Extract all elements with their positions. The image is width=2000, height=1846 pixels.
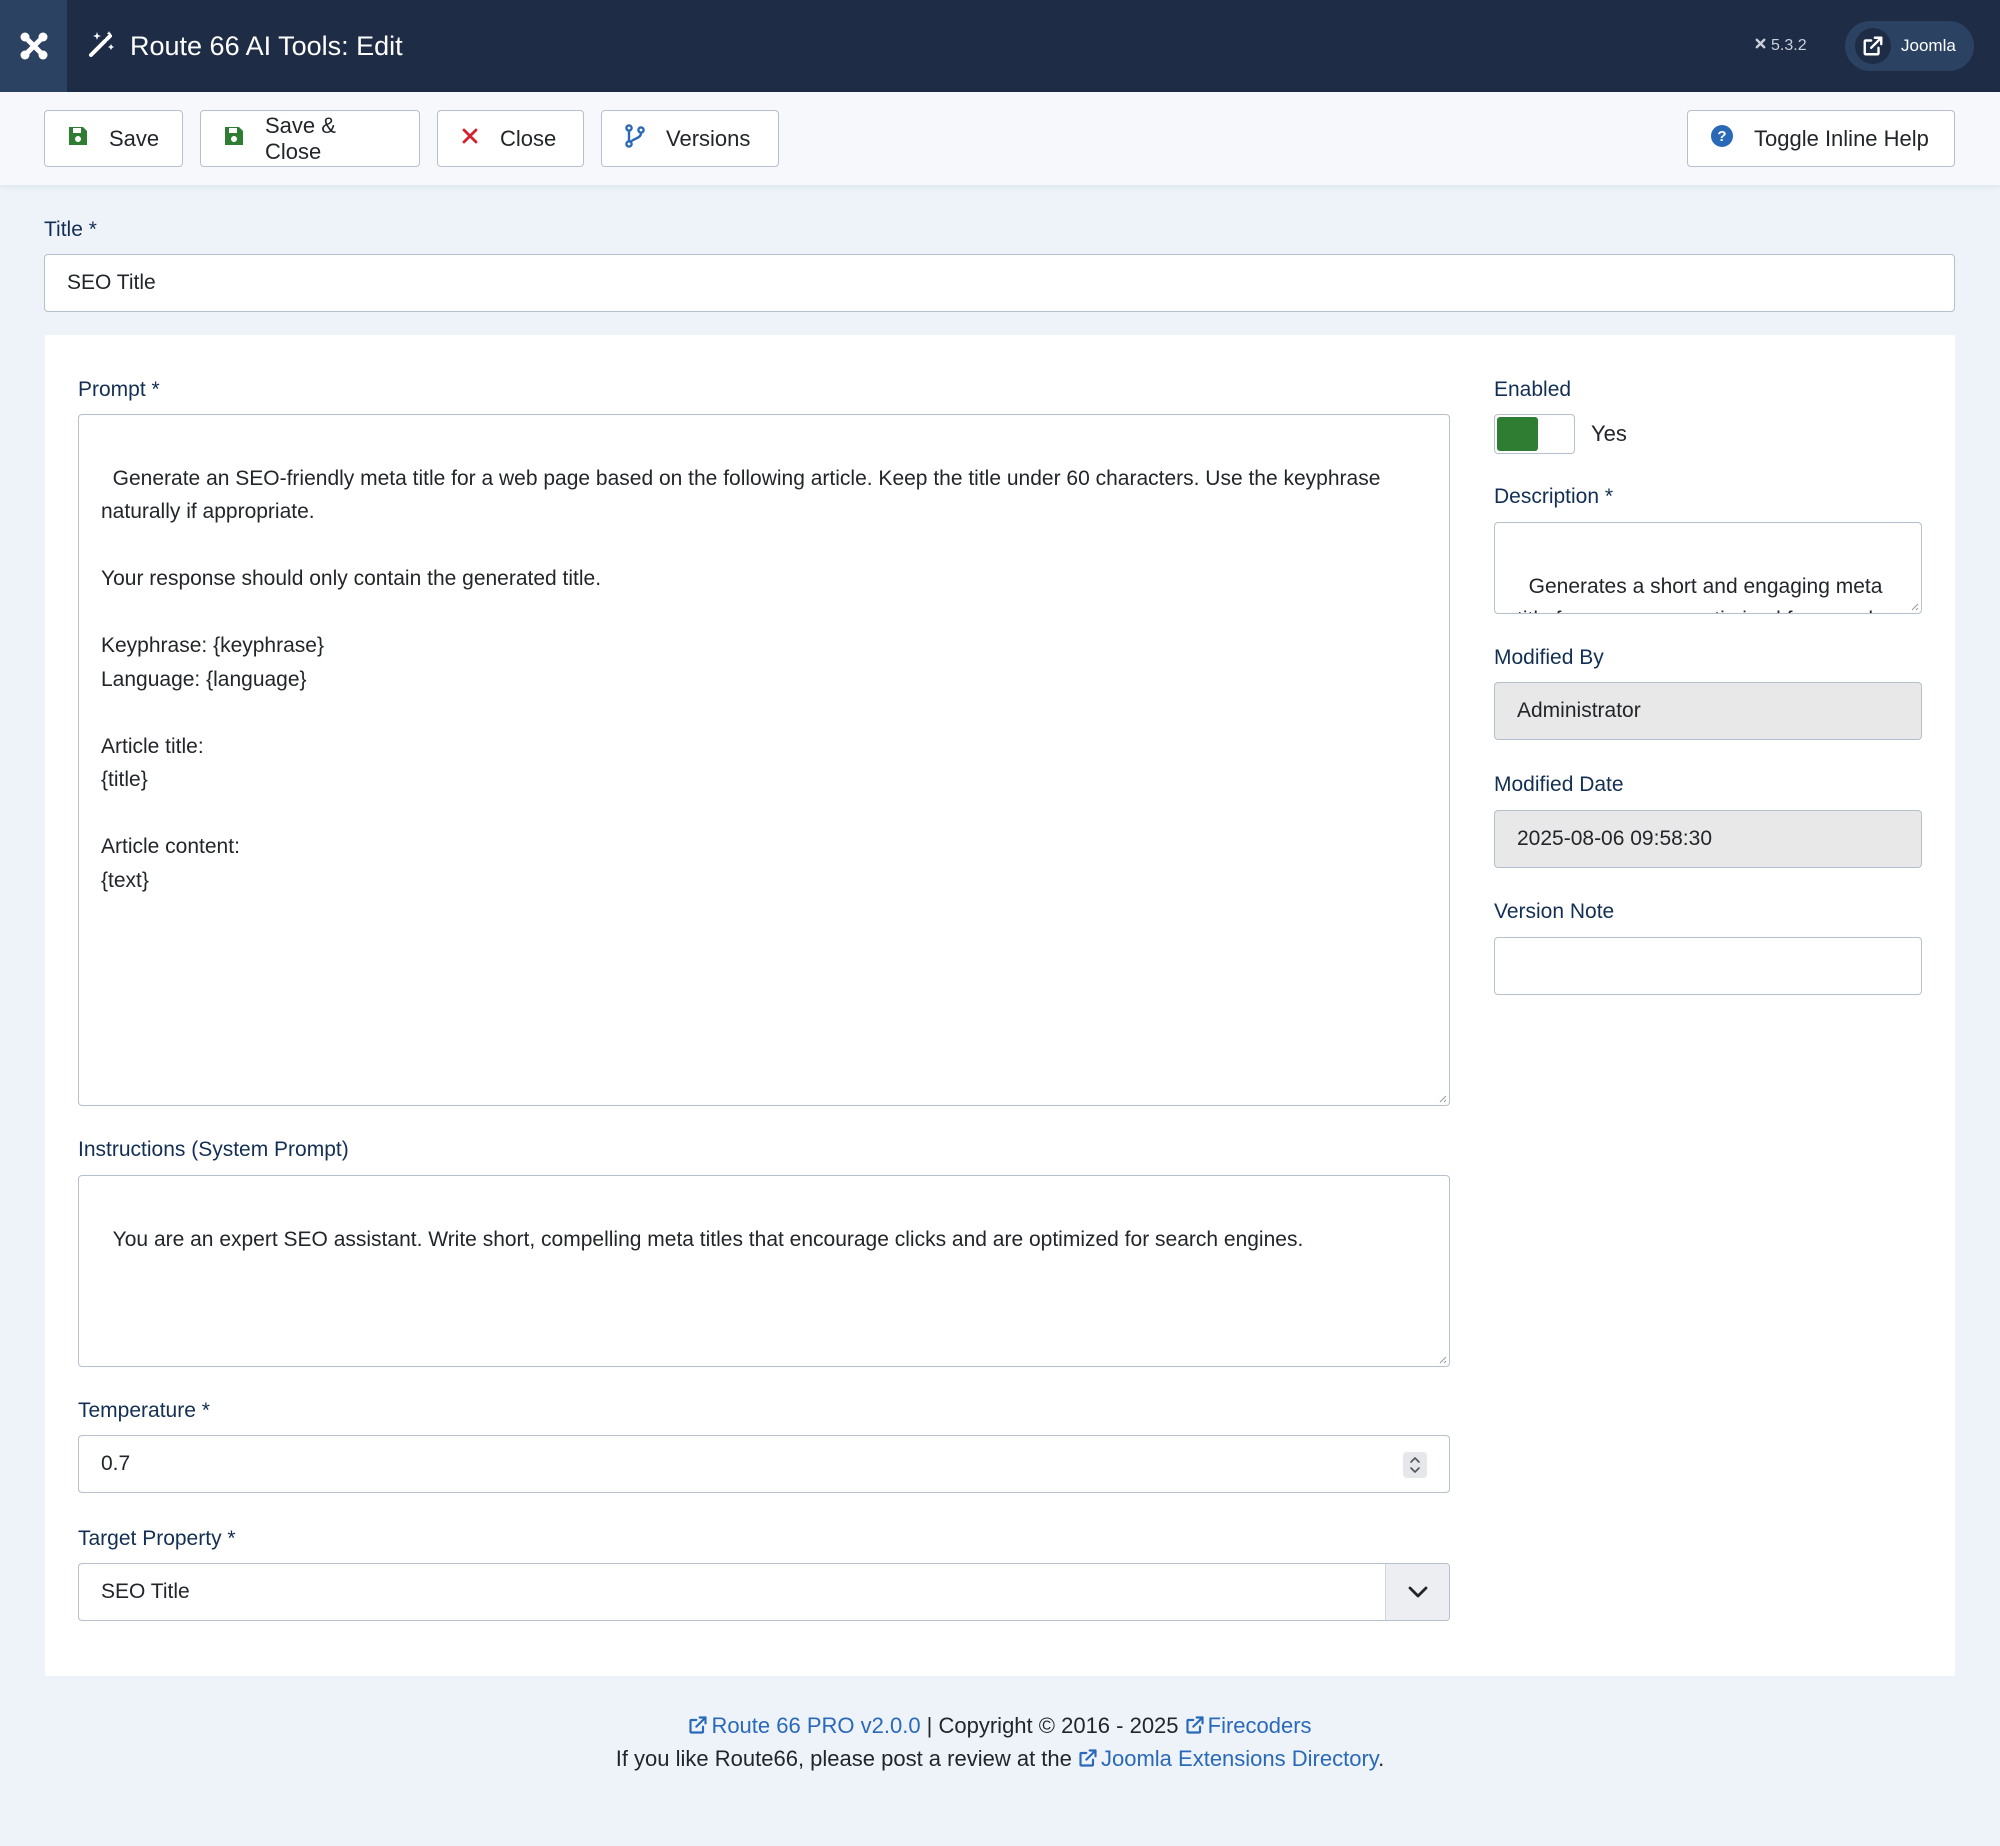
- joomla-small-icon: [1753, 36, 1768, 56]
- svg-text:?: ?: [1717, 128, 1726, 145]
- save-icon: [67, 125, 89, 153]
- temperature-value: 0.7: [101, 1452, 131, 1475]
- modified-by-value: Administrator: [1517, 699, 1641, 722]
- save-close-label: Save & Close: [265, 112, 336, 164]
- external-link-icon: [1855, 28, 1891, 64]
- description-label: Description *: [1494, 485, 1614, 508]
- enabled-label: Enabled: [1494, 378, 1572, 401]
- modified-date-value: 2025-08-06 09:58:30: [1517, 827, 1712, 850]
- magic-wand-icon: [88, 30, 116, 63]
- product-link[interactable]: Route 66 PRO v2.0.0: [688, 1713, 921, 1738]
- joomla-version: 5.3.2: [1753, 0, 1807, 92]
- version-note-input[interactable]: [1494, 937, 1922, 995]
- directory-link[interactable]: Joomla Extensions Directory: [1078, 1746, 1378, 1771]
- instructions-label: Instructions (System Prompt): [78, 1138, 349, 1161]
- modified-by-label: Modified By: [1494, 646, 1604, 669]
- description-textarea[interactable]: Generates a short and engaging meta titl…: [1494, 522, 1922, 614]
- prompt-text: Generate an SEO-friendly meta title for …: [101, 466, 1381, 892]
- title-value: SEO Title: [67, 271, 156, 294]
- review-text: If you like Route66, please post a revie…: [615, 1746, 1078, 1771]
- app-header: Route 66 AI Tools: Edit 5.3.2 Joomla: [0, 0, 2000, 92]
- target-property-label: Target Property *: [78, 1527, 236, 1550]
- toolbar: Save Save & Close Close Versions ? Toggl…: [0, 92, 2000, 185]
- joomla-button-label: Joomla: [1901, 36, 1956, 55]
- prompt-textarea[interactable]: Generate an SEO-friendly meta title for …: [78, 414, 1450, 1106]
- instructions-text: You are an expert SEO assistant. Write s…: [112, 1227, 1304, 1251]
- instructions-textarea[interactable]: You are an expert SEO assistant. Write s…: [78, 1175, 1450, 1367]
- joomla-site-button[interactable]: Joomla: [1845, 21, 1974, 71]
- description-text: Generates a short and engaging meta titl…: [1517, 574, 1883, 614]
- footer-line-1: Route 66 PRO v2.0.0 | Copyright © 2016 -…: [0, 1713, 2000, 1739]
- temperature-label: Temperature *: [78, 1399, 210, 1422]
- save-icon: [223, 125, 245, 153]
- external-link-icon: [1186, 1716, 1204, 1734]
- resize-handle-icon[interactable]: [1437, 1354, 1447, 1364]
- close-icon: [460, 126, 480, 152]
- branch-icon: [624, 123, 646, 154]
- footer-line-2: If you like Route66, please post a revie…: [0, 1746, 2000, 1772]
- toggle-help-label: Toggle Inline Help: [1754, 125, 1929, 151]
- directory-link-text: Joomla Extensions Directory: [1101, 1746, 1379, 1771]
- company-link[interactable]: Firecoders: [1185, 1713, 1312, 1738]
- version-note-label: Version Note: [1494, 900, 1615, 923]
- modified-by-field: Administrator: [1494, 682, 1922, 740]
- product-link-text: Route 66 PRO v2.0.0: [711, 1713, 921, 1738]
- enabled-toggle[interactable]: [1494, 414, 1575, 454]
- save-close-button[interactable]: Save & Close: [200, 110, 420, 167]
- page-title: Route 66 AI Tools: Edit: [130, 30, 403, 61]
- resize-handle-icon[interactable]: [1909, 601, 1919, 611]
- version-text: 5.3.2: [1771, 37, 1807, 54]
- target-property-value: SEO Title: [101, 1580, 190, 1603]
- company-link-text: Firecoders: [1207, 1713, 1312, 1738]
- target-property-select[interactable]: SEO Title: [78, 1563, 1450, 1621]
- spinner-arrows-icon[interactable]: [1403, 1452, 1427, 1484]
- enabled-value: Yes: [1591, 421, 1627, 446]
- joomla-logo-icon[interactable]: [0, 0, 67, 92]
- prompt-label: Prompt *: [78, 378, 160, 401]
- temperature-input[interactable]: 0.7: [78, 1435, 1450, 1493]
- title-label: Title *: [44, 218, 97, 241]
- modified-date-label: Modified Date: [1494, 773, 1624, 796]
- resize-handle-icon[interactable]: [1437, 1093, 1447, 1103]
- help-icon: ?: [1710, 124, 1734, 154]
- toggle-knob: [1497, 417, 1538, 451]
- title-input[interactable]: SEO Title: [44, 254, 1955, 312]
- save-button[interactable]: Save: [44, 110, 183, 167]
- chevron-down-icon[interactable]: [1385, 1564, 1449, 1620]
- close-button[interactable]: Close: [437, 110, 584, 167]
- versions-label: Versions: [666, 125, 751, 151]
- footer-period: .: [1378, 1746, 1385, 1771]
- modified-date-field: 2025-08-06 09:58:30: [1494, 810, 1922, 868]
- versions-button[interactable]: Versions: [601, 110, 779, 167]
- save-label: Save: [109, 125, 160, 151]
- copyright-text: | Copyright © 2016 - 2025: [920, 1713, 1185, 1738]
- external-link-icon: [1079, 1749, 1097, 1767]
- close-label: Close: [500, 125, 557, 151]
- toggle-inline-help-button[interactable]: ? Toggle Inline Help: [1687, 110, 1955, 167]
- external-link-icon: [689, 1716, 708, 1734]
